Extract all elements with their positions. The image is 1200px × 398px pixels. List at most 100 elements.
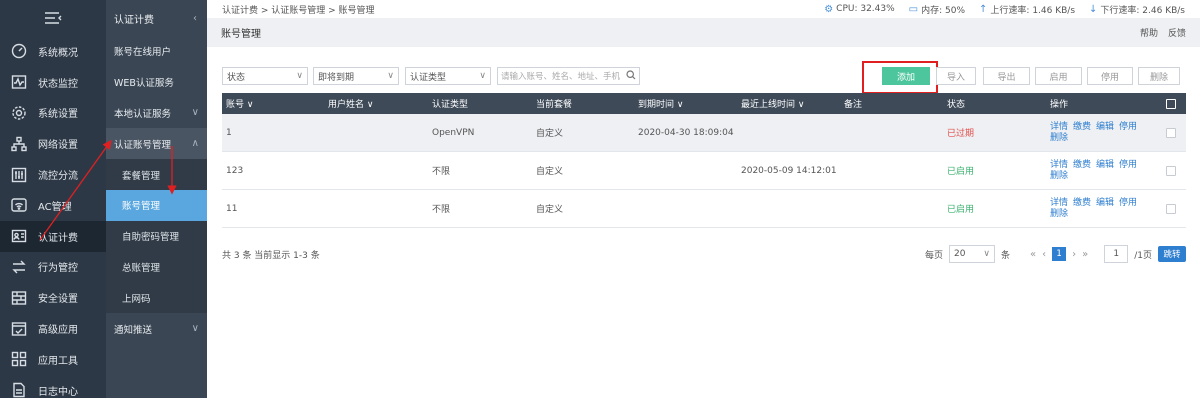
col-account[interactable]: 账号 ∨	[222, 97, 324, 110]
search-input[interactable]: 请输入账号、姓名、地址、手机	[497, 67, 640, 85]
delete-link[interactable]: 删除	[1050, 171, 1068, 182]
cell-actions: 详情 缴费 编辑 停用 删除	[1046, 160, 1156, 182]
disable-button[interactable]: 停用	[1087, 67, 1133, 85]
header-label: 用户姓名	[328, 100, 365, 110]
monitor-icon: ▭	[908, 3, 919, 15]
sidebar-item-advanced[interactable]: 高级应用	[0, 313, 106, 344]
sidebar-item-logs[interactable]: 日志中心	[0, 375, 106, 398]
page-number-current[interactable]: 1	[1052, 247, 1067, 261]
subnav-self-password[interactable]: 自助密码管理	[106, 221, 207, 252]
import-button[interactable]: 导入	[936, 67, 976, 85]
record-summary: 共 3 条 当前显示 1-3 条	[222, 250, 320, 261]
feedback-link[interactable]: 反馈	[1168, 26, 1186, 39]
expiring-filter[interactable]: 即将到期 ∨	[313, 67, 399, 85]
help-link[interactable]: 帮助	[1140, 26, 1158, 39]
sidebar-item-overview[interactable]: 系统概况	[0, 36, 106, 67]
menu-toggle-icon[interactable]	[0, 0, 106, 36]
detail-link[interactable]: 详情	[1050, 198, 1068, 209]
subnav-local-auth[interactable]: 本地认证服务 ∨	[106, 98, 207, 129]
disable-link[interactable]: 停用	[1119, 160, 1137, 171]
subnav-account-mgmt[interactable]: 认证账号管理 ∧	[106, 128, 207, 160]
subnav-label: 本地认证服务	[114, 108, 172, 120]
sidebar-item-ac[interactable]: AC管理	[0, 190, 106, 221]
edit-link[interactable]: 编辑	[1096, 198, 1114, 209]
header-label: 账号	[226, 100, 245, 110]
subnav-label: 自助密码管理	[122, 232, 180, 244]
detail-link[interactable]: 详情	[1050, 122, 1068, 133]
col-actions: 操作	[1050, 100, 1069, 110]
subnav-notify-push[interactable]: 通知推送 ∨	[106, 313, 207, 344]
sidebar-item-behavior[interactable]: 行为管控	[0, 252, 106, 283]
pay-link[interactable]: 缴费	[1073, 160, 1091, 171]
sidebar-item-auth-billing[interactable]: 认证计费	[0, 220, 106, 252]
row-checkbox[interactable]	[1166, 165, 1176, 176]
sidebar-item-tools[interactable]: 应用工具	[0, 344, 106, 375]
disable-link[interactable]: 停用	[1119, 198, 1137, 209]
cell-plan: 自定义	[536, 167, 564, 177]
subnav-web-auth[interactable]: WEB认证服务	[106, 67, 207, 98]
memory-value: 内存: 50%	[921, 5, 966, 16]
wifi-icon	[10, 196, 28, 214]
page-input[interactable]: 1	[1104, 245, 1129, 263]
subnav-access-code[interactable]: 上网码	[106, 282, 207, 313]
sidebar-item-label: 行为管控	[38, 263, 78, 275]
collapse-chevron-icon[interactable]: ‹	[193, 13, 197, 24]
detail-link[interactable]: 详情	[1050, 160, 1068, 171]
export-button[interactable]: 导出	[983, 67, 1030, 85]
disable-link[interactable]: 停用	[1119, 122, 1137, 133]
col-status: 状态	[947, 100, 966, 110]
sidebar-item-security[interactable]: 安全设置	[0, 282, 106, 313]
sidebar-item-settings[interactable]: 系统设置	[0, 98, 106, 129]
total-pages: /1页	[1134, 250, 1152, 261]
sidebar-item-network[interactable]: 网络设置	[0, 128, 106, 159]
header-label: 到期时间	[638, 100, 675, 110]
delete-link[interactable]: 删除	[1050, 133, 1068, 144]
col-note: 备注	[844, 100, 863, 110]
sidebar-item-flow[interactable]: 流控分流	[0, 159, 106, 190]
cell-account: 1	[226, 127, 232, 138]
subnav-children: 套餐管理 账号管理 自助密码管理 总账管理 上网码	[106, 159, 207, 314]
select-all-checkbox[interactable]	[1166, 98, 1176, 109]
prev-page-icon[interactable]: ‹	[1042, 249, 1046, 260]
sidebar-item-label: 高级应用	[38, 325, 78, 337]
expiring-filter-value: 即将到期	[318, 72, 355, 83]
sidebar-item-monitor[interactable]: 状态监控	[0, 67, 106, 98]
per-page-select[interactable]: 20 ∨	[948, 245, 995, 263]
edit-link[interactable]: 编辑	[1096, 160, 1114, 171]
subnav-label: 上网码	[122, 293, 151, 305]
auth-type-filter[interactable]: 认证类型 ∨	[405, 67, 491, 85]
check-window-icon	[10, 320, 28, 338]
go-button[interactable]: 跳转	[1158, 246, 1186, 262]
first-page-icon[interactable]: «	[1030, 249, 1036, 260]
subnav-ledger[interactable]: 总账管理	[106, 252, 207, 283]
last-page-icon[interactable]: »	[1082, 249, 1088, 260]
col-expire[interactable]: 到期时间 ∨	[634, 97, 737, 110]
per-page-label: 每页	[924, 250, 943, 261]
subnav-label: 通知推送	[114, 324, 153, 336]
upload-value: 上行速率: 1.46 KB/s	[990, 5, 1076, 16]
download-stat: ↓ 下行速率: 2.46 KB/s	[1089, 3, 1185, 16]
chevron-down-icon: ∨	[983, 249, 990, 259]
search-icon[interactable]	[626, 69, 636, 83]
subnav-account-list[interactable]: 账号管理	[106, 189, 207, 221]
chevron-down-icon: ∨	[387, 71, 394, 81]
row-checkbox[interactable]	[1166, 127, 1176, 138]
select-cell	[1156, 165, 1186, 176]
cpu-stat: ⚙ CPU: 32.43%	[824, 4, 894, 15]
edit-link[interactable]: 编辑	[1096, 122, 1114, 133]
subnav-plan-mgmt[interactable]: 套餐管理	[106, 159, 207, 190]
delete-link[interactable]: 删除	[1050, 209, 1068, 220]
delete-button[interactable]: 删除	[1138, 67, 1180, 85]
row-checkbox[interactable]	[1166, 203, 1176, 214]
col-username[interactable]: 用户姓名 ∨	[324, 97, 428, 110]
status-filter[interactable]: 状态 ∨	[222, 67, 308, 85]
sub-sidebar: 认证计费 ‹ 账号在线用户 WEB认证服务 本地认证服务 ∨ 认证账号管理 ∧ 套餐…	[106, 0, 207, 398]
col-last-online[interactable]: 最近上线时间 ∨	[737, 97, 840, 110]
enable-button[interactable]: 启用	[1035, 67, 1082, 85]
sliders-icon	[10, 166, 28, 184]
next-page-icon[interactable]: ›	[1072, 249, 1076, 260]
page-title: 账号管理	[221, 29, 261, 40]
pay-link[interactable]: 缴费	[1073, 122, 1091, 133]
pay-link[interactable]: 缴费	[1073, 198, 1091, 209]
subnav-online-users[interactable]: 账号在线用户	[106, 36, 207, 67]
